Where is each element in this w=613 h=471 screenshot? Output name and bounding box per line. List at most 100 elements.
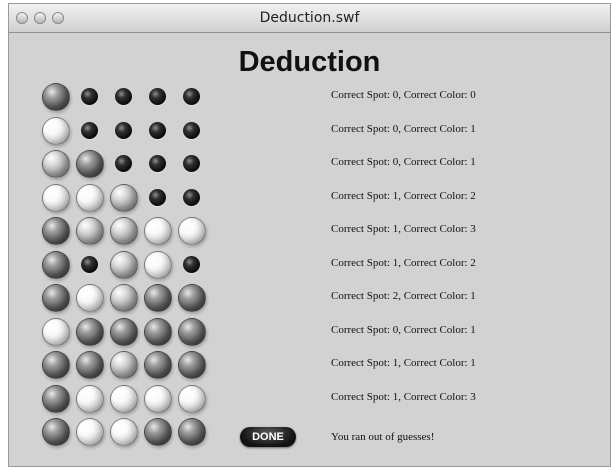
peg-ball-icon xyxy=(42,385,70,413)
app-window: Deduction.swf Deduction Correct Spot: 0,… xyxy=(8,3,611,467)
peg-slot[interactable] xyxy=(143,316,173,346)
peg-ball-icon xyxy=(178,385,206,413)
peg-slot[interactable] xyxy=(143,215,173,245)
guess-row: Correct Spot: 0, Correct Color: 1 xyxy=(41,316,591,346)
guess-row: Correct Spot: 1, Correct Color: 2 xyxy=(41,182,591,212)
peg-slot[interactable] xyxy=(109,282,139,312)
peg-ball-icon xyxy=(110,385,138,413)
peg-ball-icon xyxy=(144,351,172,379)
peg-ball-icon xyxy=(110,284,138,312)
peg-slot[interactable] xyxy=(109,383,139,413)
peg-slot[interactable] xyxy=(109,148,139,178)
peg-slot[interactable] xyxy=(41,282,71,312)
peg-slot[interactable] xyxy=(109,182,139,212)
peg-slot[interactable] xyxy=(41,81,71,111)
peg-ball-icon xyxy=(110,318,138,346)
empty-hole-icon xyxy=(183,122,200,139)
peg-ball-icon xyxy=(178,217,206,245)
empty-hole-icon xyxy=(115,155,132,172)
peg-ball-icon xyxy=(178,284,206,312)
peg-ball-icon xyxy=(76,217,104,245)
peg-slot[interactable] xyxy=(143,182,173,212)
peg-slot[interactable] xyxy=(75,148,105,178)
peg-slot[interactable] xyxy=(143,148,173,178)
guess-row: Correct Spot: 0, Correct Color: 0 xyxy=(41,81,591,111)
peg-slot[interactable] xyxy=(177,416,207,446)
peg-slot[interactable] xyxy=(177,249,207,279)
peg-slot[interactable] xyxy=(109,215,139,245)
peg-ball-icon xyxy=(42,251,70,279)
peg-slot[interactable] xyxy=(75,215,105,245)
peg-slot[interactable] xyxy=(75,115,105,145)
peg-ball-icon xyxy=(178,318,206,346)
peg-ball-icon xyxy=(42,318,70,346)
peg-ball-icon xyxy=(76,284,104,312)
peg-ball-icon xyxy=(42,83,70,111)
peg-slot[interactable] xyxy=(41,349,71,379)
empty-hole-icon xyxy=(183,88,200,105)
peg-slot[interactable] xyxy=(177,383,207,413)
guess-row: Correct Spot: 0, Correct Color: 1 xyxy=(41,115,591,145)
peg-ball-icon xyxy=(42,351,70,379)
peg-ball-icon xyxy=(110,351,138,379)
peg-slot[interactable] xyxy=(177,349,207,379)
row-feedback: Correct Spot: 1, Correct Color: 2 xyxy=(331,190,476,202)
peg-slot[interactable] xyxy=(75,249,105,279)
peg-slot[interactable] xyxy=(143,416,173,446)
peg-slot[interactable] xyxy=(41,316,71,346)
peg-slot[interactable] xyxy=(109,349,139,379)
peg-slot[interactable] xyxy=(41,148,71,178)
peg-slot[interactable] xyxy=(109,416,139,446)
peg-slot[interactable] xyxy=(109,316,139,346)
peg-slot[interactable] xyxy=(41,215,71,245)
peg-slot[interactable] xyxy=(109,81,139,111)
peg-slot[interactable] xyxy=(143,115,173,145)
peg-slot[interactable] xyxy=(143,383,173,413)
peg-ball-icon xyxy=(110,251,138,279)
peg-slot[interactable] xyxy=(143,282,173,312)
peg-slot[interactable] xyxy=(109,249,139,279)
peg-slot[interactable] xyxy=(41,416,71,446)
peg-slot[interactable] xyxy=(177,115,207,145)
peg-ball-icon xyxy=(42,284,70,312)
status-message: You ran out of guesses! xyxy=(331,431,435,443)
peg-ball-icon xyxy=(144,251,172,279)
peg-slot[interactable] xyxy=(41,383,71,413)
peg-slot[interactable] xyxy=(75,416,105,446)
peg-slot[interactable] xyxy=(41,115,71,145)
peg-slot[interactable] xyxy=(75,383,105,413)
peg-slot[interactable] xyxy=(143,349,173,379)
peg-slot[interactable] xyxy=(177,316,207,346)
peg-slot[interactable] xyxy=(177,148,207,178)
peg-ball-icon xyxy=(144,385,172,413)
peg-slot[interactable] xyxy=(177,282,207,312)
empty-hole-icon xyxy=(81,88,98,105)
row-feedback: Correct Spot: 1, Correct Color: 3 xyxy=(331,391,476,403)
peg-slot[interactable] xyxy=(177,182,207,212)
peg-slot[interactable] xyxy=(177,215,207,245)
peg-slot[interactable] xyxy=(75,81,105,111)
peg-slot[interactable] xyxy=(41,182,71,212)
peg-slot[interactable] xyxy=(41,249,71,279)
peg-slot[interactable] xyxy=(143,249,173,279)
peg-ball-icon xyxy=(110,418,138,446)
peg-ball-icon xyxy=(76,385,104,413)
peg-ball-icon xyxy=(76,184,104,212)
peg-ball-icon xyxy=(76,150,104,178)
peg-slot[interactable] xyxy=(75,182,105,212)
peg-ball-icon xyxy=(76,418,104,446)
peg-slot[interactable] xyxy=(75,316,105,346)
peg-slot[interactable] xyxy=(75,282,105,312)
title-bar: Deduction.swf xyxy=(9,4,610,33)
peg-slot[interactable] xyxy=(109,115,139,145)
peg-slot[interactable] xyxy=(75,349,105,379)
empty-hole-icon xyxy=(149,88,166,105)
window-title: Deduction.swf xyxy=(259,10,360,26)
peg-slot[interactable] xyxy=(143,81,173,111)
peg-ball-icon xyxy=(178,418,206,446)
empty-hole-icon xyxy=(183,189,200,206)
empty-hole-icon xyxy=(183,155,200,172)
row-feedback: Correct Spot: 1, Correct Color: 3 xyxy=(331,223,476,235)
done-button[interactable]: DONE xyxy=(240,427,296,447)
peg-slot[interactable] xyxy=(177,81,207,111)
